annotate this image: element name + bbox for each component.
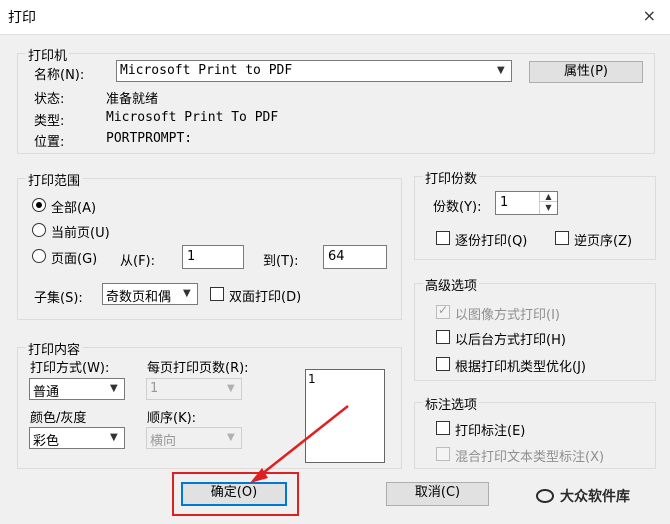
- spin-up-icon[interactable]: ▲: [540, 192, 557, 202]
- color-select[interactable]: 彩色 ▼: [29, 427, 125, 449]
- close-icon[interactable]: ×: [643, 6, 656, 25]
- chevron-down-icon: ▼: [227, 432, 235, 443]
- optimize-label: 根据打印机类型优化(J): [455, 360, 586, 375]
- print-mode-label: 打印方式(W):: [30, 361, 110, 376]
- as-image-label: 以图像方式打印(I): [455, 308, 560, 323]
- subset-label: 子集(S):: [34, 291, 83, 306]
- to-value: 64: [328, 249, 345, 264]
- subset-value: 奇数页和偶: [106, 290, 172, 305]
- subset-select[interactable]: 奇数页和偶 ▼: [102, 283, 198, 305]
- order-value: 横向: [150, 434, 177, 449]
- copies-count-label: 份数(Y):: [433, 200, 482, 215]
- reverse-checkbox[interactable]: [555, 231, 569, 245]
- window-title: 打印: [8, 10, 36, 26]
- background-checkbox[interactable]: [436, 330, 450, 344]
- collate-label: 逐份打印(Q): [455, 234, 528, 249]
- range-current-label: 当前页(U): [51, 226, 110, 241]
- spin-down-icon[interactable]: ▼: [540, 203, 557, 213]
- chevron-down-icon: ▼: [227, 383, 235, 394]
- optimize-checkbox[interactable]: [436, 357, 450, 371]
- reverse-label: 逆页序(Z): [574, 234, 633, 249]
- copies-spinner[interactable]: ▲ ▼: [539, 192, 557, 214]
- copies-legend: 打印份数: [423, 168, 480, 187]
- location-label: 位置:: [34, 135, 65, 150]
- collate-checkbox[interactable]: [436, 231, 450, 245]
- print-annotations-checkbox[interactable]: [436, 421, 450, 435]
- range-all-label: 全部(A): [51, 201, 97, 216]
- pages-per-sheet-label: 每页打印页数(R):: [147, 361, 249, 376]
- from-label: 从(F):: [120, 254, 156, 269]
- advanced-legend: 高级选项: [423, 275, 480, 294]
- range-pages-label: 页面(G): [51, 252, 98, 267]
- mixed-annotation-checkbox[interactable]: [436, 447, 450, 461]
- chevron-down-icon: ▼: [183, 288, 191, 299]
- cancel-button[interactable]: 取消(C): [386, 482, 489, 506]
- highlight-box: [172, 472, 299, 516]
- range-all-radio[interactable]: [32, 198, 46, 212]
- printer-name-label: 名称(N):: [34, 68, 85, 83]
- watermark-text: 大众软件库: [560, 489, 630, 505]
- range-current-radio[interactable]: [32, 223, 46, 237]
- color-label: 颜色/灰度: [30, 411, 87, 426]
- printer-legend: 打印机: [26, 45, 70, 64]
- copies-count-input[interactable]: 1 ▲ ▼: [495, 191, 558, 215]
- order-label: 顺序(K):: [147, 411, 197, 426]
- status-value: 准备就绪: [106, 92, 159, 107]
- page-preview: 1: [305, 369, 385, 463]
- print-content-legend: 打印内容: [26, 339, 83, 358]
- properties-button[interactable]: 属性(P): [529, 61, 643, 83]
- range-pages-radio[interactable]: [32, 249, 46, 263]
- location-value: PORTPROMPT:: [106, 131, 193, 146]
- print-range-legend: 打印范围: [26, 170, 83, 189]
- from-value: 1: [187, 249, 196, 264]
- print-mode-select[interactable]: 普通 ▼: [29, 378, 125, 400]
- as-image-checkbox[interactable]: [436, 303, 450, 319]
- print-annotations-label: 打印标注(E): [455, 424, 526, 439]
- pages-per-sheet-value: 1: [150, 381, 159, 396]
- to-label: 到(T):: [263, 254, 299, 269]
- duplex-label: 双面打印(D): [229, 290, 302, 305]
- print-mode-value: 普通: [33, 385, 60, 400]
- mixed-annotation-label: 混合打印文本类型标注(X): [455, 450, 605, 465]
- from-input[interactable]: 1: [182, 245, 244, 269]
- wechat-icon: [536, 489, 554, 503]
- status-label: 状态:: [34, 92, 65, 107]
- copies-count-value: 1: [500, 195, 509, 210]
- chevron-down-icon: ▼: [110, 383, 118, 394]
- watermark: 大众软件库: [536, 486, 630, 506]
- printer-name-value: Microsoft Print to PDF: [120, 63, 293, 78]
- to-input[interactable]: 64: [323, 245, 387, 269]
- title-bar: 打印 ×: [0, 0, 670, 34]
- pages-per-sheet-select[interactable]: 1 ▼: [146, 378, 242, 400]
- annotation-legend: 标注选项: [423, 394, 480, 413]
- background-label: 以后台方式打印(H): [455, 333, 566, 348]
- order-select[interactable]: 横向 ▼: [146, 427, 242, 449]
- chevron-down-icon: ▼: [497, 65, 505, 76]
- color-value: 彩色: [33, 434, 60, 449]
- preview-page-number: 1: [308, 372, 316, 386]
- type-label: 类型:: [34, 114, 65, 129]
- duplex-checkbox[interactable]: [210, 287, 224, 301]
- printer-name-select[interactable]: Microsoft Print to PDF ▼: [116, 60, 512, 82]
- chevron-down-icon: ▼: [110, 432, 118, 443]
- type-value: Microsoft Print To PDF: [106, 110, 279, 125]
